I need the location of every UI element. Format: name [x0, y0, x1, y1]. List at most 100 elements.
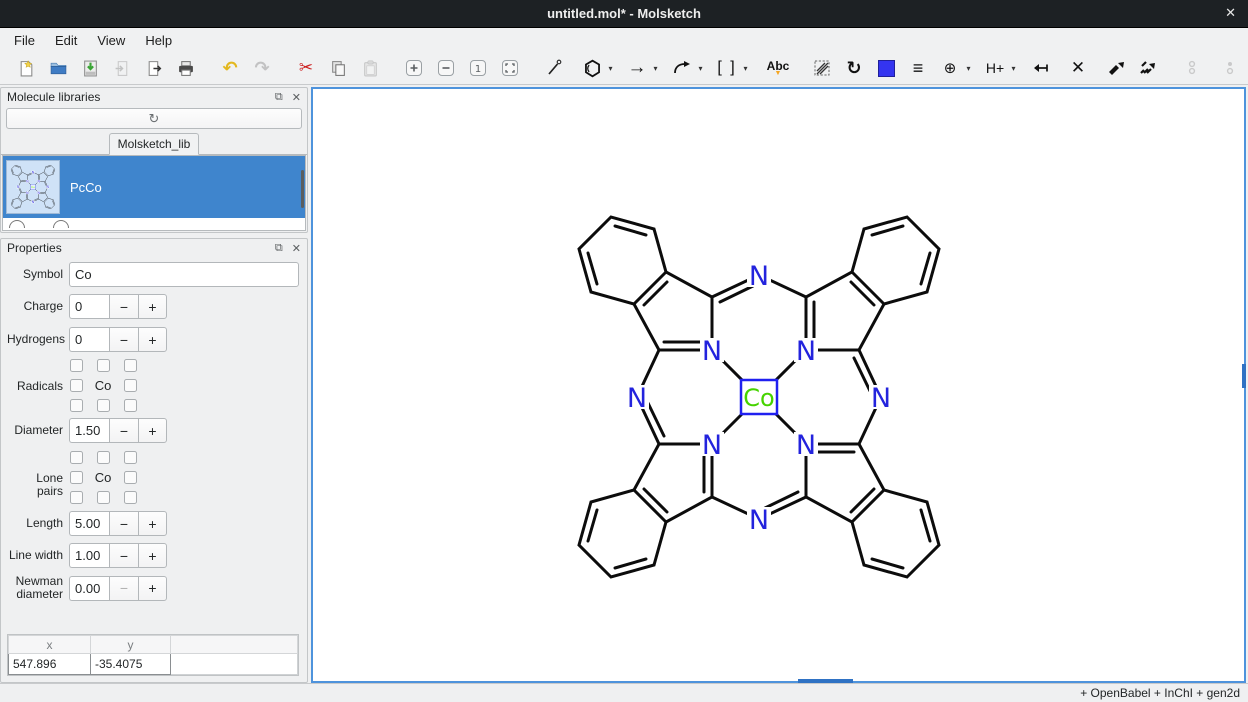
export-button[interactable] [142, 56, 166, 80]
color-picker-button[interactable] [874, 56, 898, 80]
newman-decrement-button[interactable]: − [109, 576, 138, 601]
lone-pair-checkbox[interactable] [70, 491, 83, 504]
undo-button[interactable]: ↶ [218, 56, 242, 80]
lone-pair-checkbox[interactable] [70, 451, 83, 464]
radical-electron-button[interactable] [1218, 56, 1242, 80]
charge-tool-dropdown[interactable]: ▾ [962, 56, 975, 80]
panel-float-icon[interactable]: ⧉ [275, 91, 283, 104]
open-file-button[interactable] [46, 56, 70, 80]
mechanism-arrow-dropdown[interactable]: ▾ [694, 56, 707, 80]
copy-button[interactable] [326, 56, 350, 80]
import-icon [114, 60, 131, 77]
lone-pair-checkbox[interactable] [124, 491, 137, 504]
zoom-fit-button[interactable] [498, 56, 522, 80]
lone-pair-checkbox[interactable] [124, 471, 137, 484]
lone-pair-checkbox[interactable] [97, 451, 110, 464]
radical-checkbox[interactable] [124, 399, 137, 412]
library-scrollbar[interactable] [301, 170, 304, 208]
newman-increment-button[interactable]: + [138, 576, 167, 601]
charge-decrement-button[interactable]: − [109, 294, 138, 319]
draw-tool-button[interactable] [542, 56, 566, 80]
length-value[interactable] [69, 511, 109, 536]
ring-tool-button[interactable] [580, 56, 604, 80]
lone-pair-vertical-button[interactable] [1180, 56, 1204, 80]
radical-checkbox[interactable] [97, 399, 110, 412]
bracket-tool-dropdown[interactable]: ▾ [739, 56, 752, 80]
ring-tool-dropdown[interactable]: ▾ [604, 56, 617, 80]
hydrogen-tool-dropdown[interactable]: ▾ [1007, 56, 1020, 80]
window-close-button[interactable]: ✕ [1225, 5, 1236, 21]
radical-checkbox[interactable] [70, 399, 83, 412]
line-width-increment-button[interactable]: + [138, 543, 167, 568]
radical-checkbox[interactable] [124, 379, 137, 392]
zoom-out-button[interactable] [434, 56, 458, 80]
radical-checkbox[interactable] [70, 359, 83, 372]
drawing-canvas[interactable] [311, 87, 1246, 683]
menu-help[interactable]: Help [135, 30, 182, 51]
radical-checkbox[interactable] [97, 359, 110, 372]
radical-checkbox[interactable] [124, 359, 137, 372]
lone-pair-checkbox[interactable] [97, 491, 110, 504]
diameter-decrement-button[interactable]: − [109, 418, 138, 443]
print-button[interactable] [174, 56, 198, 80]
new-file-button[interactable] [14, 56, 38, 80]
canvas-vertical-scrollbar[interactable] [1242, 364, 1246, 388]
hydrogens-decrement-button[interactable]: − [109, 327, 138, 352]
lone-pair-checkbox[interactable] [70, 471, 83, 484]
list-item-partial[interactable] [3, 218, 305, 228]
coord-header-y[interactable]: y [91, 636, 171, 654]
arrow-tool-dropdown[interactable]: ▾ [649, 56, 662, 80]
import-button[interactable] [110, 56, 134, 80]
menu-edit[interactable]: Edit [45, 30, 87, 51]
radical-checkbox[interactable] [70, 379, 83, 392]
hash-bond-button[interactable] [1136, 56, 1160, 80]
diameter-value[interactable] [69, 418, 109, 443]
tab-molsketch-lib[interactable]: Molsketch_lib [109, 133, 199, 155]
library-refresh-button[interactable]: ↻ [6, 108, 302, 129]
diameter-increment-button[interactable]: + [138, 418, 167, 443]
library-list[interactable]: PcCo [2, 155, 306, 231]
lone-pair-checkbox[interactable] [124, 451, 137, 464]
save-button[interactable] [78, 56, 102, 80]
zoom-in-button[interactable] [402, 56, 426, 80]
zoom-original-button[interactable]: 1 [466, 56, 490, 80]
list-item-pcco[interactable]: PcCo [3, 156, 305, 218]
menu-file[interactable]: File [4, 30, 45, 51]
panel-float-icon[interactable]: ⧉ [275, 242, 283, 255]
coord-cell-y[interactable]: -35.4075 [91, 654, 171, 675]
connect-tool-button[interactable] [1028, 56, 1052, 80]
wedge-bond-button[interactable] [1104, 56, 1128, 80]
rotate-tool-button[interactable]: ↻ [842, 56, 866, 80]
symbol-input[interactable] [69, 262, 299, 287]
paste-button[interactable] [358, 56, 382, 80]
line-width-value[interactable] [69, 543, 109, 568]
charge-increment-button[interactable]: + [138, 294, 167, 319]
charge-value[interactable] [69, 294, 109, 319]
mechanism-arrow-button[interactable] [670, 56, 694, 80]
panel-close-icon[interactable]: ✕ [292, 242, 301, 255]
molecule-drawing[interactable] [559, 197, 959, 602]
hydrogens-increment-button[interactable]: + [138, 327, 167, 352]
bracket-tool-button[interactable]: [ ] [715, 56, 739, 80]
charge-tool-button[interactable]: ⊕ [938, 56, 962, 80]
newman-diameter-value[interactable] [69, 576, 109, 601]
line-width-button[interactable]: ≡ [906, 56, 930, 80]
hydrogens-value[interactable] [69, 327, 109, 352]
arrow-tool-button[interactable]: → [625, 56, 649, 80]
menu-view[interactable]: View [87, 30, 135, 51]
redo-button[interactable]: ↷ [250, 56, 274, 80]
length-decrement-button[interactable]: − [109, 511, 138, 536]
line-width-decrement-button[interactable]: − [109, 543, 138, 568]
panel-close-icon[interactable]: ✕ [292, 91, 301, 104]
lone-pair-vertical-icon [1184, 59, 1200, 77]
length-increment-button[interactable]: + [138, 511, 167, 536]
cut-button[interactable]: ✂ [294, 56, 318, 80]
coord-header-x[interactable]: x [9, 636, 91, 654]
text-tool-button[interactable]: Abc ▼ [766, 56, 790, 80]
lone-pairs-label: Lone pairs [7, 450, 69, 498]
delete-tool-button[interactable]: ✕ [1066, 56, 1090, 80]
selection-tool-button[interactable] [810, 56, 834, 80]
hydrogen-tool-button[interactable]: H+ [983, 56, 1007, 80]
canvas-horizontal-scrollbar[interactable] [798, 679, 853, 683]
coord-cell-x[interactable]: 547.896 [9, 654, 91, 675]
